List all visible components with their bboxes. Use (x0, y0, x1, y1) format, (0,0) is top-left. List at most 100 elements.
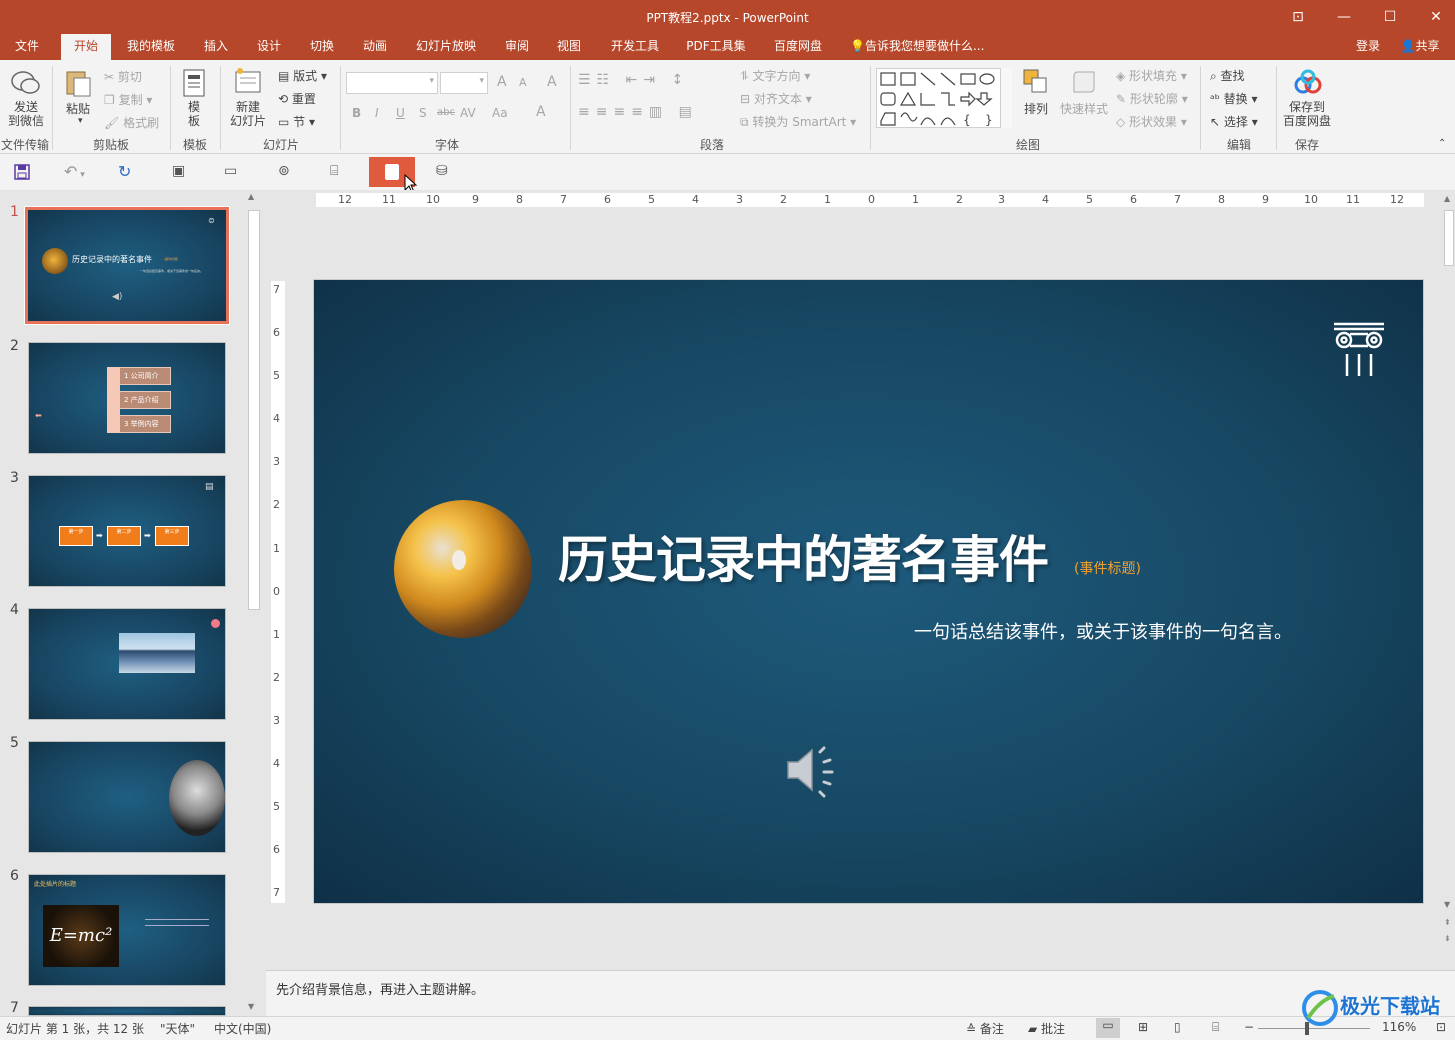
italic-button[interactable]: I (375, 106, 379, 120)
speaker-icon[interactable] (784, 742, 840, 798)
tab-developer[interactable]: 开发工具 (602, 34, 668, 60)
shapes-gallery-scroll[interactable] (1000, 68, 1012, 128)
new-slide-button[interactable]: 新建 幻灯片 (226, 100, 270, 128)
slide-thumbnail-7[interactable] (28, 1006, 226, 1016)
undo-icon[interactable]: ↶ ▾ (64, 162, 85, 181)
tell-me-box[interactable]: 💡告诉我您想要做什么... (850, 34, 990, 60)
shrink-font-button[interactable]: A (519, 76, 527, 89)
save-to-baidu-button[interactable]: 保存到 百度网盘 (1282, 100, 1332, 128)
paste-dropdown-icon[interactable]: ▾ (78, 116, 83, 126)
tab-design[interactable]: 设计 (245, 34, 293, 60)
comments-toggle[interactable]: ▰ 批注 (1028, 1020, 1065, 1037)
notes-text[interactable]: 先介绍背景信息，再进入主题讲解。 (276, 979, 484, 998)
shapes-gallery[interactable]: {} (876, 68, 1012, 128)
reset-button[interactable]: ⟲ 重置 (278, 90, 316, 107)
template-button[interactable]: 模 板 (188, 100, 200, 128)
list-buttons[interactable]: ☰☷ ⇤⇥ ↕ (578, 72, 689, 88)
normal-view-icon[interactable]: ▭ (1096, 1018, 1120, 1038)
share-screen-icon[interactable]: ⛁ (436, 163, 448, 179)
font-color-button[interactable]: A (536, 104, 546, 120)
tab-file[interactable]: 文件 (0, 34, 54, 60)
autumn-leaf-image[interactable] (394, 500, 532, 638)
align-text-button[interactable]: ⊟ 对齐文本 ▾ (740, 90, 812, 107)
close-button[interactable]: ✕ (1413, 0, 1455, 34)
scroll-down-icon[interactable]: ▼ (1444, 900, 1450, 909)
slide-canvas[interactable]: 历史记录中的著名事件 (事件标题) 一句话总结该事件，或关于该事件的一句名言。 (313, 279, 1424, 904)
text-direction-button[interactable]: ⥮ 文字方向 ▾ (740, 67, 810, 84)
presenter-icon[interactable]: ⊚ (278, 163, 290, 179)
slideshow-view-icon[interactable]: ⌸ (1212, 1020, 1219, 1035)
slide-thumbnail-4[interactable] (28, 608, 226, 720)
collapse-ribbon-icon[interactable]: ⌃ (1438, 138, 1446, 149)
arrange-button[interactable]: 排列 (1024, 100, 1048, 117)
select-button[interactable]: ↖ 选择 ▾ (1210, 113, 1258, 130)
slide-layout-icon[interactable]: ▭ (224, 163, 237, 179)
from-beginning-icon[interactable]: ▣ (172, 163, 185, 179)
shape-outline-button[interactable]: ✎ 形状轮廓 ▾ (1116, 90, 1188, 107)
login-link[interactable]: 登录 (1350, 34, 1386, 60)
align-buttons[interactable]: ≡≡≡≡▥ ▤ (578, 104, 698, 120)
notes-toggle[interactable]: ≙ 备注 (966, 1020, 1004, 1037)
shape-effects-button[interactable]: ◇ 形状效果 ▾ (1116, 113, 1187, 130)
zoom-out-icon[interactable]: − (1244, 1020, 1254, 1034)
language[interactable]: 中文(中国) (214, 1020, 271, 1037)
text-shadow-button[interactable]: S (419, 106, 427, 120)
tab-view[interactable]: 视图 (546, 34, 592, 60)
tab-baidu-netdisk[interactable]: 百度网盘 (764, 34, 832, 60)
tab-review[interactable]: 审阅 (494, 34, 540, 60)
next-slide-icon[interactable]: ⇟ (1444, 934, 1451, 943)
slide-title-tag[interactable]: (事件标题) (1074, 558, 1141, 578)
strikethrough-button[interactable]: abc (437, 107, 455, 118)
tab-animations[interactable]: 动画 (351, 34, 399, 60)
scroll-thumb[interactable] (1444, 210, 1454, 266)
bold-button[interactable]: B (352, 106, 361, 120)
slide-subtitle[interactable]: 一句话总结该事件，或关于该事件的一句名言。 (914, 618, 1292, 644)
projector-icon[interactable]: ⌸ (330, 163, 338, 179)
slide-scrollbar[interactable]: ▲ ▼ ⇞ ⇟ (1442, 190, 1455, 968)
scroll-down-icon[interactable]: ▼ (248, 1002, 254, 1011)
tab-insert[interactable]: 插入 (192, 34, 240, 60)
send-to-wechat-button[interactable]: 发送 到微信 (6, 100, 46, 128)
scroll-up-icon[interactable]: ▲ (248, 192, 254, 201)
shape-fill-button[interactable]: ◈ 形状填充 ▾ (1116, 67, 1187, 84)
slide-thumbnail-6[interactable]: 此处插片的标题 E=mc² (28, 874, 226, 986)
reading-view-icon[interactable]: ▯ (1174, 1020, 1181, 1034)
convert-smartart-button[interactable]: ⧉ 转换为 SmartArt ▾ (740, 113, 856, 130)
underline-button[interactable]: U (396, 106, 405, 120)
slide-thumbnail-5[interactable] (28, 741, 226, 853)
maximize-button[interactable]: ☐ (1367, 0, 1413, 34)
section-button[interactable]: ▭ 节 ▾ (278, 113, 315, 130)
save-icon[interactable] (14, 164, 30, 180)
copy-button[interactable]: ❐ 复制 ▾ (104, 91, 152, 108)
tab-slideshow[interactable]: 幻灯片放映 (408, 34, 484, 60)
format-painter-button[interactable]: 🖌 格式刷 (104, 114, 159, 131)
char-spacing-button[interactable]: AV (460, 106, 476, 120)
grow-font-button[interactable]: A (497, 74, 507, 90)
redo-icon[interactable]: ↻ (118, 162, 131, 181)
tab-transitions[interactable]: 切换 (298, 34, 346, 60)
slide-thumbnail-3[interactable]: 第一步 ➡ 第二步 ➡ 第三步 ▤ (28, 475, 226, 587)
tab-my-templates[interactable]: 我的模板 (118, 34, 184, 60)
minimize-button[interactable]: — (1321, 0, 1367, 34)
ribbon-display-options-button[interactable]: ⊡ (1275, 0, 1321, 34)
quick-styles-button[interactable]: 快速样式 (1060, 100, 1108, 117)
scroll-up-icon[interactable]: ▲ (1444, 194, 1450, 203)
slide-sorter-icon[interactable]: ⊞ (1138, 1020, 1148, 1034)
change-case-button[interactable]: Aa (492, 106, 508, 120)
clear-format-button[interactable]: A (547, 74, 557, 90)
slide-thumbnail-2[interactable]: 1 公司简介 2 产品介绍 3 举例内容 ⬅ (28, 342, 226, 454)
find-button[interactable]: ⌕ 查找 (1210, 67, 1245, 84)
paste-button[interactable]: 粘贴 (66, 100, 90, 117)
font-size-select[interactable]: ▾ (440, 72, 488, 94)
cut-button[interactable]: ✂ 剪切 (104, 68, 142, 85)
tab-pdf-tools[interactable]: PDF工具集 (678, 34, 754, 60)
font-name-select[interactable]: ▾ (346, 72, 438, 94)
tab-home[interactable]: 开始 (61, 34, 111, 60)
replace-button[interactable]: ᵃᵇ 替换 ▾ (1210, 90, 1258, 107)
notes-pane[interactable]: 先介绍背景信息，再进入主题讲解。 (266, 970, 1455, 1016)
layout-button[interactable]: ▤ 版式 ▾ (278, 67, 327, 84)
scroll-thumb[interactable] (248, 210, 260, 610)
thumbnail-scrollbar[interactable]: ▲ ▼ (246, 190, 262, 1016)
slide-thumbnail-1[interactable]: 历史记录中的著名事件 (事件标题) 一句话总结该事件，或关于该事件的一句名言。 … (24, 206, 230, 325)
share-button[interactable]: 👤共享 (1395, 34, 1445, 60)
